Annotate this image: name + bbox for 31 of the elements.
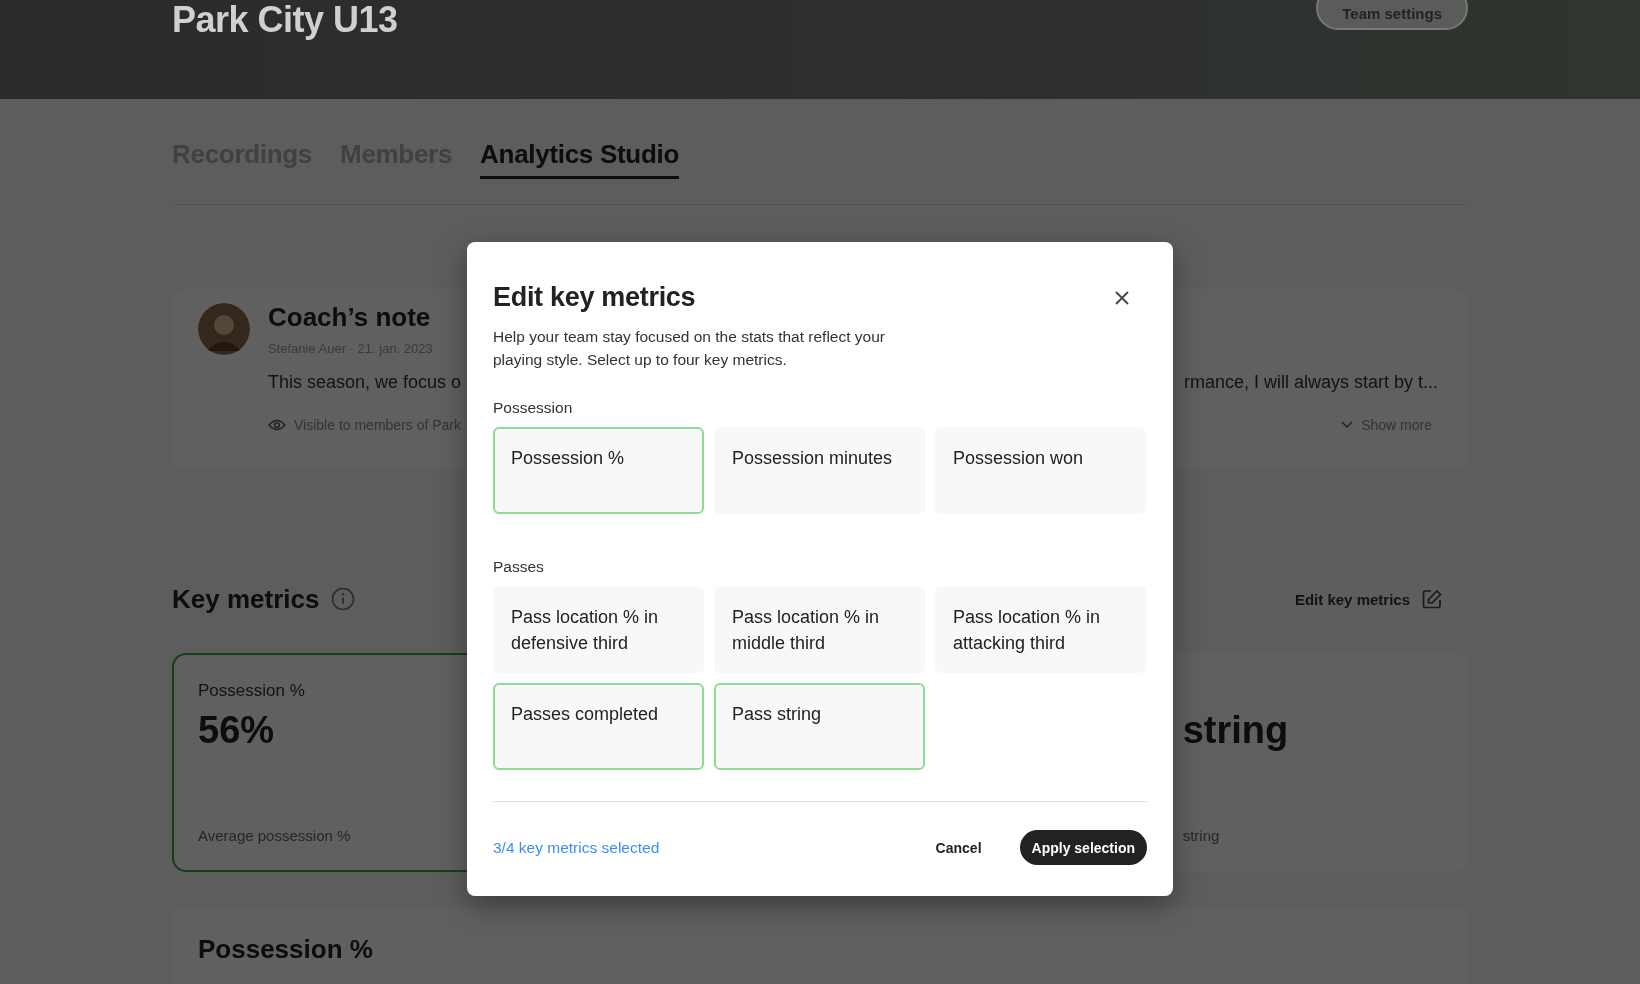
modal-title: Edit key metrics — [493, 282, 696, 313]
edit-icon — [1422, 589, 1442, 609]
metric-option[interactable]: Passes completed — [493, 683, 704, 770]
team-title: Park City U13 — [172, 0, 398, 40]
avatar — [198, 303, 250, 355]
selection-count: 3/4 key metrics selected — [493, 838, 660, 857]
metric-caption: string — [1182, 827, 1220, 844]
eye-icon — [268, 419, 286, 431]
metric-option[interactable]: Pass location % in defensive third — [493, 586, 704, 673]
metric-option[interactable]: Pass string — [714, 683, 925, 770]
metric-value: 56% — [198, 709, 275, 752]
group-label: Possession — [493, 399, 574, 417]
detail-title: Possession % — [198, 934, 374, 965]
metric-value: string — [1182, 709, 1289, 752]
metric-option[interactable]: Possession % — [493, 427, 704, 514]
section-title: Key metrics — [172, 583, 320, 615]
close-icon — [1115, 290, 1129, 305]
chevron-down-icon — [1341, 421, 1354, 429]
metric-caption: Average possession % — [198, 827, 351, 844]
note-text: This season, we focus o — [268, 372, 462, 393]
metric-title: Possession % — [198, 681, 305, 701]
note-text: rmance, I will always start by t... — [1183, 372, 1438, 393]
note-title: Coach’s note — [268, 302, 431, 333]
modal-description: Help your team stay focused on the stats that reflect your playing style. Select up to four key metrics. — [493, 327, 886, 370]
metric-option[interactable]: Possession minutes — [714, 427, 925, 514]
cancel-button[interactable]: Cancel — [915, 831, 1002, 864]
metric-option[interactable]: Pass location % in middle third — [714, 586, 925, 673]
metric-option[interactable]: Pass location % in attacking third — [935, 586, 1146, 673]
metric-option[interactable]: Possession won — [935, 427, 1146, 514]
apply-button[interactable]: Apply selection — [1019, 830, 1147, 865]
group-label: Passes — [493, 558, 545, 576]
